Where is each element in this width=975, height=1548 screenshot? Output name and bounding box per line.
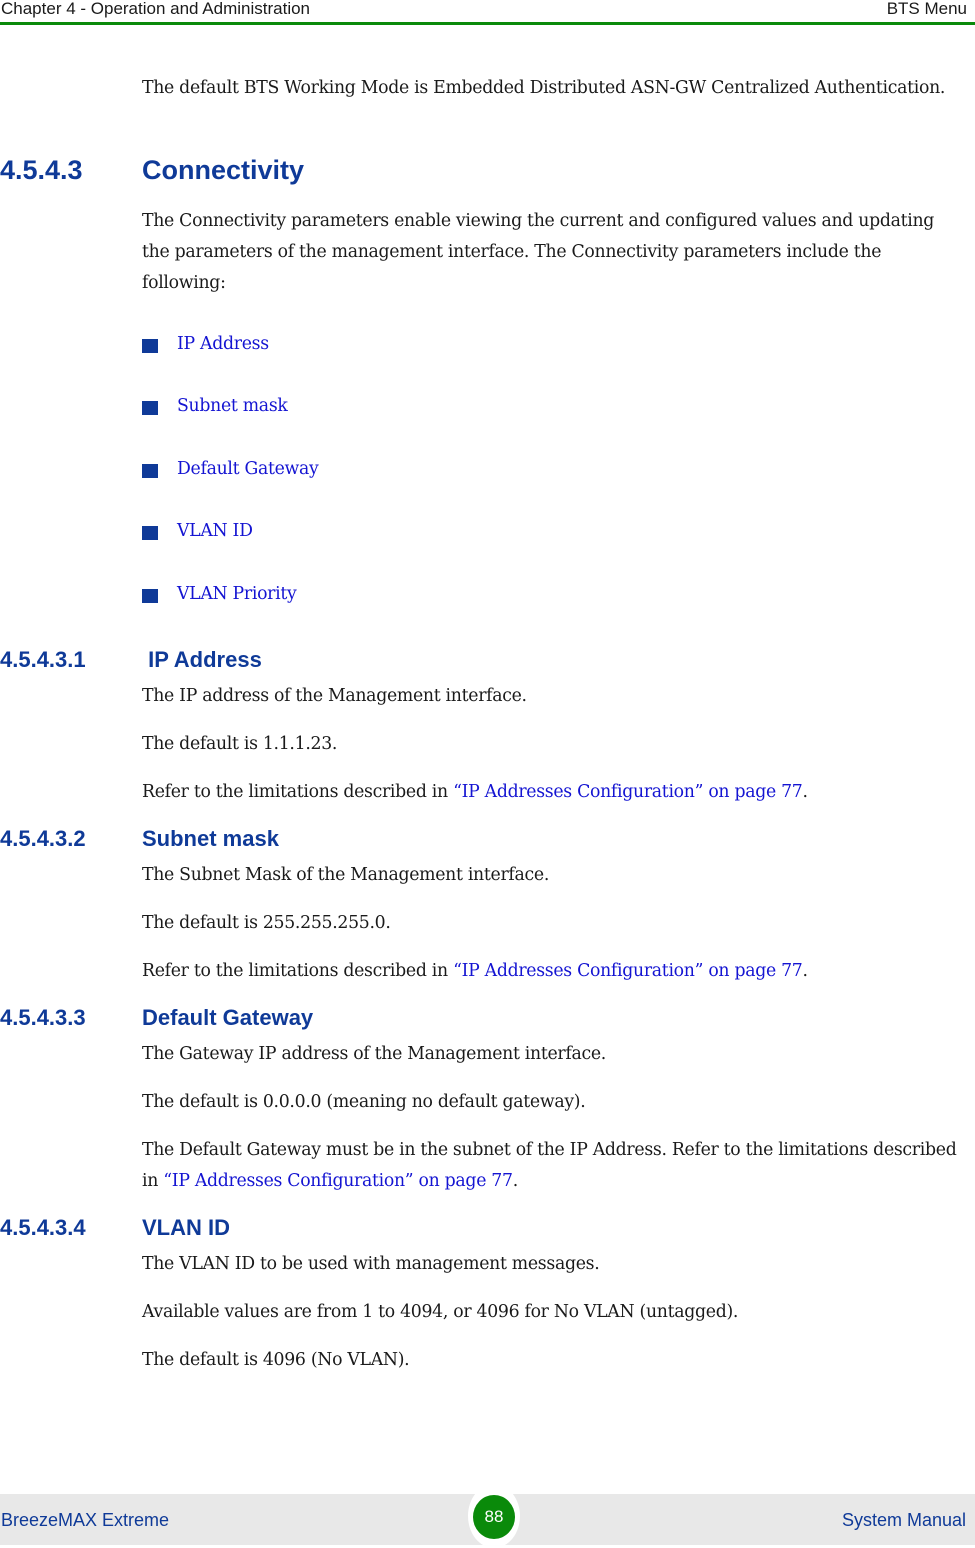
subnet-mask-default: The default is 255.255.255.0. <box>142 913 391 933</box>
subsection-title: IP Address <box>142 647 262 672</box>
reference-suffix: . <box>802 782 809 802</box>
ip-addresses-configuration-link[interactable]: “IP Addresses Configuration” on page 77 <box>453 961 803 981</box>
section-title: Connectivity <box>142 155 305 185</box>
document-type: System Manual <box>841 1510 966 1530</box>
ip-address-default: The default is 1.1.1.23. <box>142 734 338 754</box>
subsection-title: VLAN ID <box>142 1215 230 1240</box>
bullet-label: VLAN Priority <box>177 584 297 604</box>
bullet-label: Default Gateway <box>177 459 319 479</box>
page-number-badge: 88 <box>468 1484 520 1548</box>
page-number: 88 <box>473 1495 515 1539</box>
vlan-id-description: The VLAN ID to be used with management m… <box>142 1254 600 1274</box>
subsection-number: 4.5.4.3.4 <box>0 1215 86 1240</box>
reference-suffix: . <box>512 1171 519 1191</box>
default-gateway-reference: The Default Gateway must be in the subne… <box>142 1135 962 1197</box>
subsection-number: 4.5.4.3.2 <box>0 826 86 851</box>
intro-paragraph: The default BTS Working Mode is Embedded… <box>142 78 946 98</box>
reference-text: Refer to the limitations described in <box>142 961 454 981</box>
bullet-label: VLAN ID <box>177 521 253 541</box>
chapter-title: Chapter 4 - Operation and Administration <box>1 0 311 18</box>
square-bullet-icon <box>142 401 158 415</box>
subnet-mask-reference: Refer to the limitations described in “I… <box>142 956 962 987</box>
vlan-id-default: The default is 4096 (No VLAN). <box>142 1350 410 1370</box>
vlan-id-range: Available values are from 1 to 4094, or … <box>142 1302 739 1322</box>
default-gateway-default: The default is 0.0.0.0 (meaning no defau… <box>142 1092 586 1112</box>
reference-suffix: . <box>802 961 809 981</box>
default-gateway-description: The Gateway IP address of the Management… <box>142 1044 606 1064</box>
ip-addresses-configuration-link[interactable]: “IP Addresses Configuration” on page 77 <box>163 1171 513 1191</box>
subsection-title: Default Gateway <box>142 1005 314 1030</box>
square-bullet-icon <box>142 339 158 353</box>
section-title: BTS Menu <box>886 0 967 18</box>
ip-address-description: The IP address of the Management interfa… <box>142 686 527 706</box>
connectivity-description: The Connectivity parameters enable viewi… <box>142 211 935 293</box>
bullet-label: Subnet mask <box>177 396 288 416</box>
page-header: Chapter 4 - Operation and Administration… <box>0 0 975 25</box>
subsection-title: Subnet mask <box>142 826 279 851</box>
square-bullet-icon <box>142 464 158 478</box>
bullet-label: IP Address <box>177 334 269 354</box>
ip-address-reference: Refer to the limitations described in “I… <box>142 777 962 808</box>
product-name: BreezeMAX Extreme <box>1 1510 170 1530</box>
square-bullet-icon <box>142 589 158 603</box>
reference-text: Refer to the limitations described in <box>142 782 454 802</box>
subsection-number: 4.5.4.3.1 <box>0 647 86 672</box>
subsection-number: 4.5.4.3.3 <box>0 1005 86 1030</box>
ip-addresses-configuration-link[interactable]: “IP Addresses Configuration” on page 77 <box>453 782 803 802</box>
section-number: 4.5.4.3 <box>0 155 83 185</box>
square-bullet-icon <box>142 526 158 540</box>
subnet-mask-description: The Subnet Mask of the Management interf… <box>142 865 550 885</box>
